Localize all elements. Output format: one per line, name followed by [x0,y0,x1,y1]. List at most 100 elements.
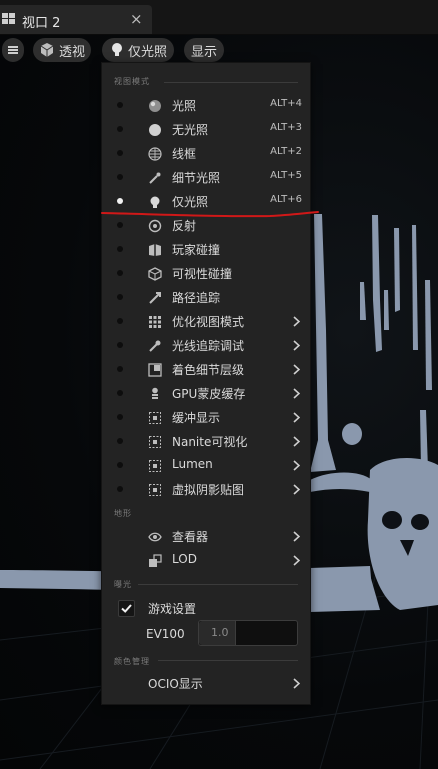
hamburger-icon [8,45,18,55]
view-mode-label: 仅光照 [172,195,209,209]
view-mode-item[interactable]: 无光照 ALT+3 [102,117,310,141]
view-mode-item[interactable]: 光照 ALT+4 [102,93,310,117]
view-mode-label: 优化视图模式 [172,315,245,329]
landscape-item-label: 查看器 [172,530,209,544]
ocio-display-label: OCIO显示 [148,677,203,691]
section-header-landscape: 地形 [114,509,132,518]
reflection-icon [148,218,162,233]
radio-indicator [117,126,123,132]
shortcut-label: ALT+5 [270,170,302,181]
shading-lod-icon [148,362,162,377]
section-header-color-management: 颜色管理 [114,657,150,666]
view-mode-item[interactable]: 路径追踪 [102,285,310,309]
eye-icon [148,529,162,543]
radio-indicator [117,174,123,180]
view-mode-label: 缓冲显示 [172,411,221,425]
chevron-right-icon [293,436,300,447]
show-label: 显示 [190,44,217,60]
radio-indicator [117,246,123,252]
view-mode-item[interactable]: 着色细节层级 [102,357,310,381]
view-mode-item[interactable]: 缓冲显示 [102,405,310,429]
view-mode-label: 反射 [172,219,197,233]
view-mode-item[interactable]: 优化视图模式 [102,309,310,333]
game-settings-checkbox[interactable] [118,600,135,617]
view-mode-item[interactable]: 反射 [102,213,310,237]
radio-indicator [117,318,123,324]
view-mode-item[interactable]: 细节光照 ALT+5 [102,165,310,189]
show-button[interactable]: 显示 [184,38,224,62]
radio-indicator [117,486,123,492]
shortcut-label: ALT+3 [270,122,302,133]
player-collision-icon [148,242,162,256]
ray-tracing-debug-icon [148,338,162,352]
chevron-right-icon [293,531,300,542]
view-mode-label: 细节光照 [172,171,221,185]
section-header-view-modes: 视图模式 [114,77,150,86]
section-divider [138,584,298,585]
skeleton-icon [148,386,162,400]
viewport-tab[interactable]: 视口 2 × [0,5,152,34]
perspective-label: 透视 [59,44,86,60]
view-mode-label: Lumen [172,457,213,471]
view-mode-item[interactable]: 光线追踪调试 [102,333,310,357]
radio-indicator [117,462,123,468]
ev100-input[interactable]: 1.0 [198,620,298,646]
buffer-icon [148,410,162,424]
virtual-shadow-map-icon [148,482,162,496]
view-mode-label: 光照 [172,99,197,113]
lumen-icon [148,458,162,472]
view-mode-item[interactable]: 玩家碰撞 [102,237,310,261]
shortcut-label: ALT+4 [270,98,302,109]
landscape-item[interactable]: 查看器 [102,524,310,548]
visibility-collision-icon [148,266,162,281]
radio-indicator [117,222,123,228]
view-mode-label: 玩家碰撞 [172,243,221,257]
path-tracing-icon [148,290,162,304]
radio-indicator [117,390,123,396]
radio-indicator [117,438,123,444]
view-mode-label: 仅光照 [128,44,168,60]
view-mode-label: Nanite可视化 [172,435,248,449]
view-mode-item[interactable]: 可视性碰撞 [102,261,310,285]
view-mode-label: 可视性碰撞 [172,267,233,281]
view-mode-item[interactable]: 虚拟阴影贴图 [102,477,310,501]
view-mode-label: GPU蒙皮缓存 [172,387,246,401]
view-mode-item[interactable]: Nanite可视化 [102,429,310,453]
lod-icon [148,553,162,567]
landscape-item-label: LOD [172,552,197,566]
chevron-right-icon [293,364,300,375]
lit-sphere-icon [148,98,162,112]
view-mode-menu: 视图模式 光照 ALT+4 无光照 ALT+3 线框 ALT+2 细节光照 ALT+5 仅光照 A… [101,62,311,705]
ev100-value: 1.0 [211,626,229,639]
view-mode-label: 虚拟阴影贴图 [172,483,245,497]
section-header-exposure: 曝光 [114,580,132,589]
game-settings-label: 游戏设置 [148,602,197,616]
lightbulb-icon [112,43,122,56]
radio-indicator [117,150,123,156]
chevron-right-icon [293,460,300,471]
radio-indicator [117,366,123,372]
viewport-options-button[interactable] [2,38,24,62]
radio-indicator [117,414,123,420]
checkmark-icon [121,604,132,613]
view-mode-item[interactable]: GPU蒙皮缓存 [102,381,310,405]
ev100-label: EV100 [146,627,185,641]
chevron-right-icon [293,484,300,495]
view-mode-item[interactable]: Lumen [102,453,310,477]
viewport-toolbar: 透视 仅光照 显示 [0,38,438,62]
chevron-right-icon [293,316,300,327]
view-mode-button[interactable]: 仅光照 [102,38,174,62]
ocio-display-item[interactable]: OCIO显示 [102,671,310,695]
chevron-right-icon [293,555,300,566]
radio-indicator [117,198,123,204]
view-mode-item[interactable]: 仅光照 ALT+6 [102,189,310,213]
view-mode-label: 无光照 [172,123,209,137]
radio-indicator [117,294,123,300]
optimization-grid-icon [148,314,162,328]
perspective-button[interactable]: 透视 [33,38,91,62]
view-mode-label: 着色细节层级 [172,363,245,377]
view-mode-item[interactable]: 线框 ALT+2 [102,141,310,165]
close-icon[interactable]: × [130,10,143,28]
game-settings-toggle[interactable]: 游戏设置 [102,596,310,620]
landscape-item[interactable]: LOD [102,548,310,572]
